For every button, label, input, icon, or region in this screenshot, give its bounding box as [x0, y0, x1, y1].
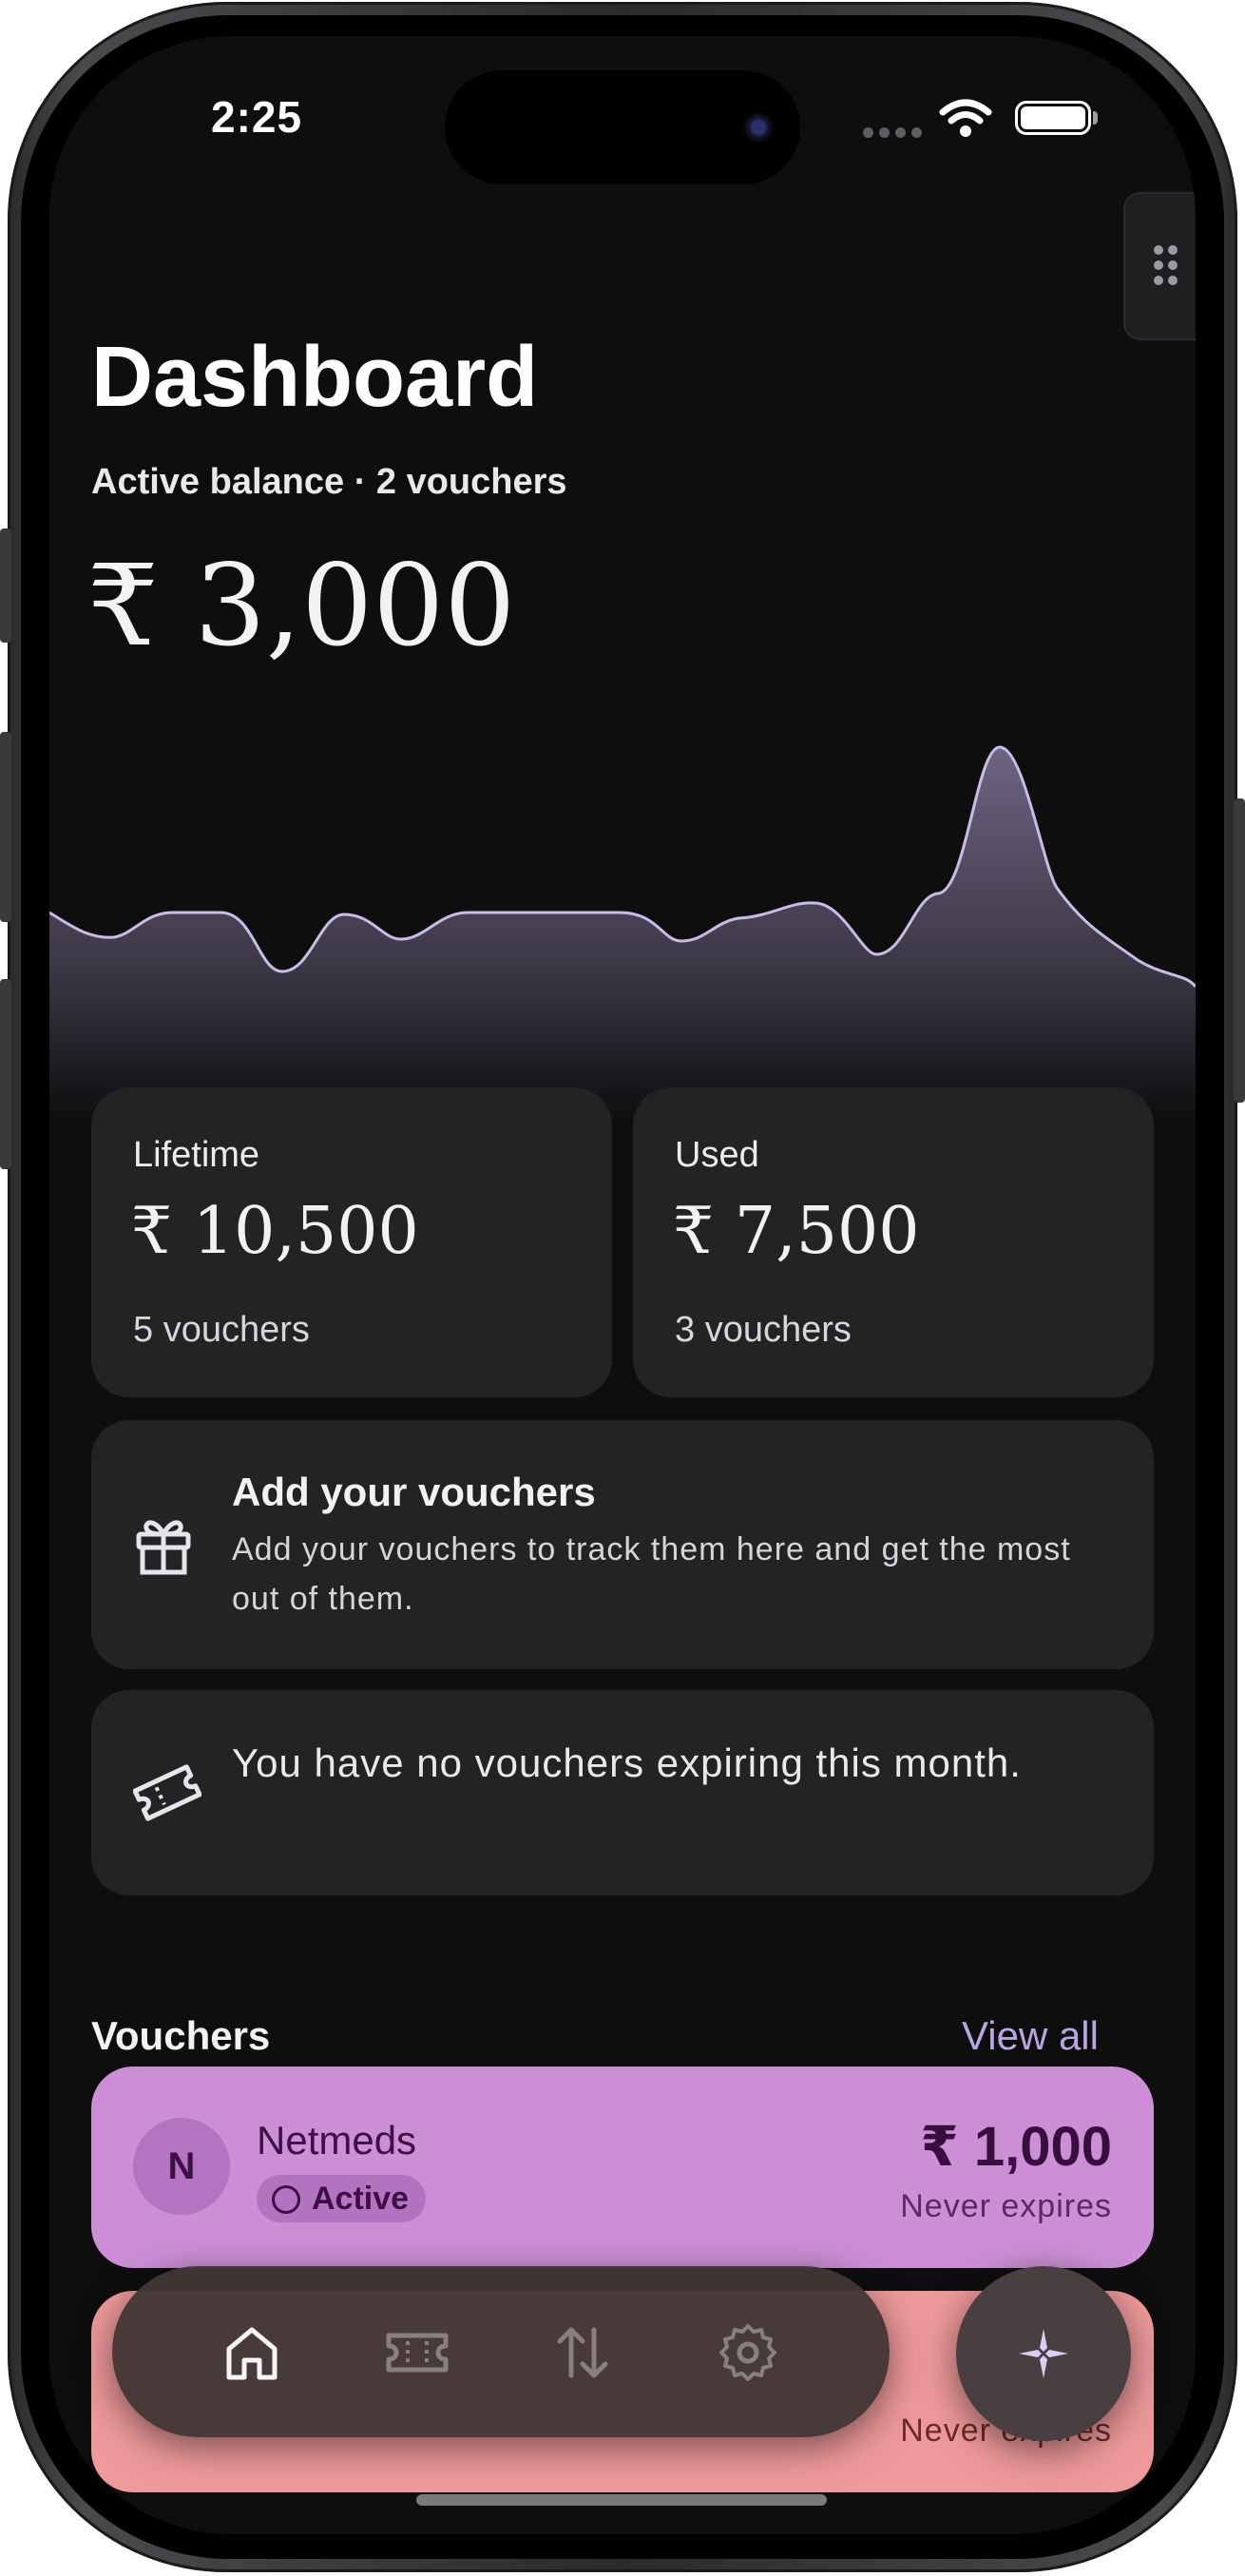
home-icon	[226, 2327, 278, 2380]
settings-gear-icon	[719, 2324, 776, 2381]
status-time: 2:25	[211, 92, 303, 142]
balance-subtitle: Active balance · 2 vouchers	[91, 462, 567, 502]
active-balance: ₹ 3,000	[87, 540, 516, 671]
voucher-avatar: N	[133, 2118, 230, 2215]
voucher-card-netmeds[interactable]: N Netmeds Active ₹ 1,000 Never expires	[91, 2067, 1154, 2268]
cellular-signal-icon	[863, 127, 924, 141]
voucher-status-badge: Active	[257, 2175, 427, 2222]
stat-value: ₹ 7,500	[673, 1194, 920, 1269]
voucher-name: Netmeds	[257, 2118, 417, 2163]
volume-up-button	[0, 732, 11, 922]
home-indicator[interactable]	[416, 2494, 827, 2506]
volume-down-button	[0, 979, 11, 1169]
page-title: Dashboard	[91, 330, 539, 425]
stat-value: ₹ 10,500	[131, 1194, 419, 1269]
expiry-message: You have no vouchers expiring this month…	[232, 1740, 1022, 1785]
vouchers-section-title: Vouchers	[91, 2013, 271, 2058]
balance-sparkline-chart	[49, 745, 1196, 1120]
add-vouchers-card[interactable]: Add your vouchers Add your vouchers to t…	[91, 1420, 1154, 1669]
ticket-icon	[133, 1764, 201, 1821]
nav-home[interactable]	[209, 2310, 295, 2395]
front-camera	[743, 112, 774, 143]
transfer-arrows-icon	[557, 2327, 608, 2378]
bottom-nav-bar	[112, 2266, 890, 2437]
used-stat-card[interactable]: Used ₹ 7,500 3 vouchers	[633, 1087, 1154, 1397]
power-button	[1234, 798, 1245, 1103]
add-vouchers-title: Add your vouchers	[232, 1470, 596, 1514]
battery-nub	[1093, 111, 1098, 125]
nav-settings[interactable]	[705, 2310, 791, 2395]
nav-vouchers[interactable]	[374, 2310, 460, 2395]
gift-icon	[136, 1520, 191, 1575]
battery-icon	[1015, 101, 1091, 135]
grip-dots-icon	[1154, 245, 1178, 285]
add-voucher-fab[interactable]	[956, 2266, 1131, 2441]
stat-subtext: 5 vouchers	[133, 1310, 310, 1350]
chart-area	[49, 747, 1196, 1120]
voucher-expiry: Never expires	[900, 2188, 1112, 2224]
expiry-info-card: You have no vouchers expiring this month…	[91, 1690, 1154, 1895]
add-vouchers-description: Add your vouchers to track them here and…	[232, 1531, 1071, 1617]
nav-transactions[interactable]	[540, 2310, 625, 2395]
wifi-icon	[939, 99, 992, 137]
stat-subtext: 3 vouchers	[675, 1310, 852, 1350]
sparkle-plus-icon	[1019, 2329, 1068, 2378]
drag-handle[interactable]	[1123, 192, 1196, 340]
lifetime-stat-card[interactable]: Lifetime ₹ 10,500 5 vouchers	[91, 1087, 612, 1397]
voucher-amount: ₹ 1,000	[920, 2116, 1112, 2178]
app-screen: 2:25 Dashboard Active balance · 2 vouche…	[49, 36, 1196, 2534]
view-all-link[interactable]: View all	[962, 2013, 1099, 2059]
stat-label: Used	[675, 1135, 759, 1175]
ticket-icon	[386, 2333, 449, 2373]
stat-label: Lifetime	[133, 1135, 260, 1175]
action-button	[0, 529, 11, 643]
dynamic-island	[445, 70, 800, 184]
